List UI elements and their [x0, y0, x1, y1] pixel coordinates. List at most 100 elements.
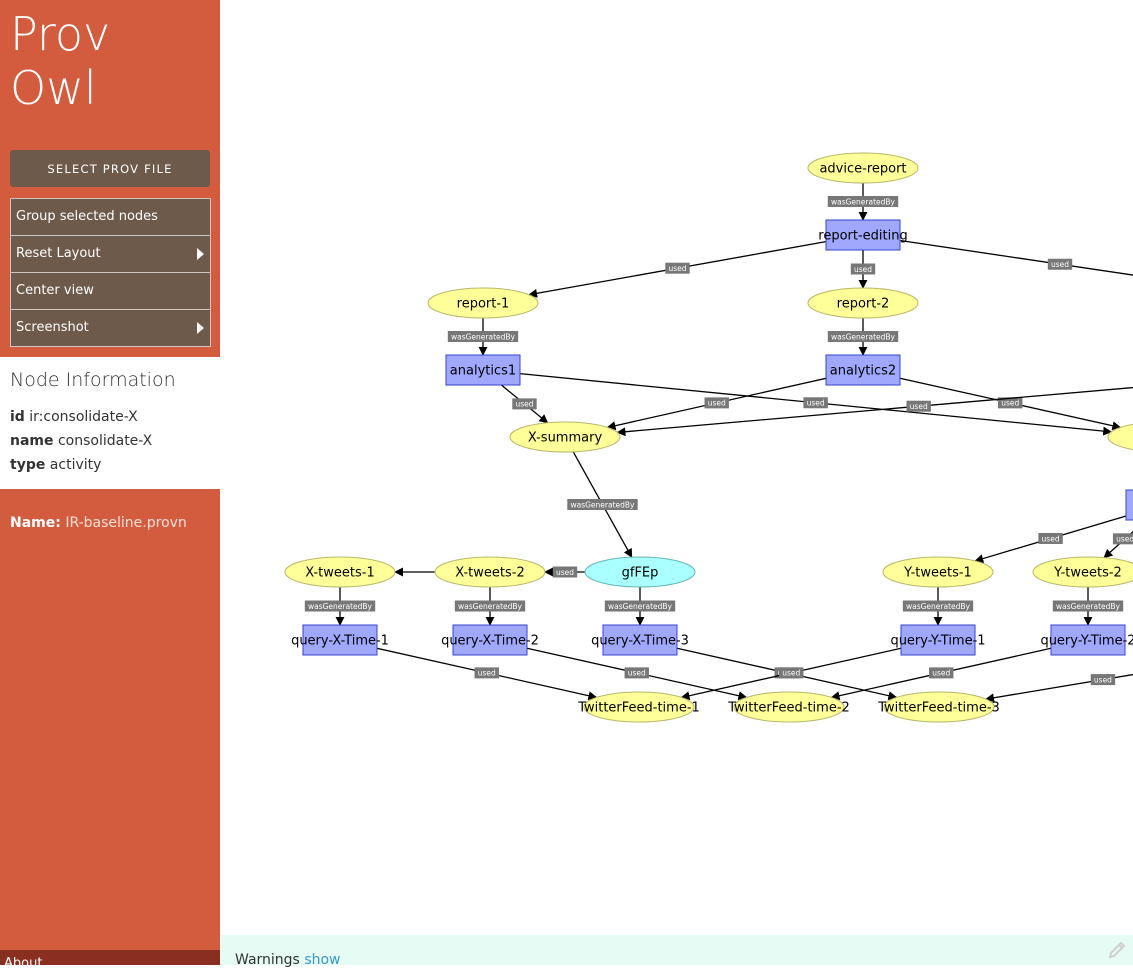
edge-label-text: wasGeneratedBy	[608, 602, 673, 611]
edge-label: used	[803, 397, 828, 409]
graph-node-label: query-Y-Time-2	[1040, 634, 1133, 649]
graph-node-report-1[interactable]: report-1	[427, 287, 539, 319]
edge-line	[616, 386, 1133, 437]
warnings-show-link[interactable]: show	[304, 952, 340, 968]
warnings-text: Warnings	[235, 952, 300, 968]
menu-item-center-view[interactable]: Center view	[11, 273, 210, 310]
nodes-layer: advice-report report-editing report-1 repor…	[284, 152, 1133, 723]
graph-node-advice-report[interactable]: advice-report	[807, 152, 919, 184]
edge-label-text: used	[782, 669, 800, 678]
edge-label: wasGeneratedBy	[447, 331, 519, 342]
graph-node-label: analytics2	[830, 364, 896, 379]
edge-label-text: wasGeneratedBy	[906, 602, 971, 611]
edge-label: used	[779, 667, 804, 679]
pencil-icon[interactable]	[1107, 938, 1129, 960]
edge-label-text: used	[910, 402, 928, 411]
edge-label: wasGeneratedBy	[454, 600, 526, 612]
edge-label-text: used	[1051, 260, 1069, 269]
edge-label: wasGeneratedBy	[1052, 600, 1124, 612]
about-bar[interactable]: About	[0, 950, 220, 965]
graph-node-TwitterFeed-time-1[interactable]: TwitterFeed-time-1	[577, 691, 700, 723]
node-information-title: Node Information	[10, 369, 176, 391]
node-type-row: type activity	[10, 457, 101, 473]
warnings-bar: Warnings show	[220, 935, 1133, 968]
graph-node-label: advice-report	[819, 162, 906, 177]
edge-label: used	[850, 263, 876, 275]
edge-label: used	[1090, 674, 1116, 686]
about-link[interactable]: About	[4, 956, 42, 965]
graph-node-TwitterFeed-time-3[interactable]: TwitterFeed-time-3	[877, 691, 1000, 723]
graph-node-label: gfFEp	[622, 566, 659, 581]
entity-node-shape[interactable]	[1107, 422, 1133, 452]
graph-node-query-X-Time-1[interactable]: query-X-Time-1	[291, 624, 389, 656]
edge-label-text: used	[854, 265, 872, 274]
graph-node-query-Y-Time-1[interactable]: query-Y-Time-1	[890, 624, 986, 656]
graph-node-label: query-X-Time-2	[441, 634, 539, 649]
graph-node-Y-tweets-2[interactable]: Y-tweets-2	[1032, 556, 1133, 588]
node-information-panel: Node Information id ir:consolidate-X nam…	[0, 357, 220, 489]
edge-label-text: wasGeneratedBy	[308, 602, 373, 611]
edge-label-text: used	[668, 264, 686, 273]
graph-node-query-Y-Time-2[interactable]: query-Y-Time-2	[1040, 624, 1133, 656]
edge-label: used	[704, 397, 729, 409]
menu-item-screenshot[interactable]: Screenshot	[11, 310, 210, 347]
graph-node-report-2[interactable]: report-2	[807, 287, 919, 319]
edge-label-text: used	[556, 568, 574, 577]
edge-label: wasGeneratedBy	[827, 196, 899, 207]
edge-label: used	[624, 667, 649, 679]
menu-item-group-selected-nodes[interactable]: Group selected nodes	[11, 199, 210, 236]
graph-node-report-editing[interactable]: report-editing	[818, 219, 908, 251]
graph-node-query-X-Time-2[interactable]: query-X-Time-2	[441, 624, 539, 656]
edge-label-text: used	[515, 400, 533, 409]
app-title-line2: Owl	[10, 60, 97, 115]
node-type-value: activity	[49, 457, 102, 473]
edge-label: used	[1038, 532, 1063, 544]
graph-canvas[interactable]: wasGeneratedBy used used used wasGeneratedBy…	[220, 0, 1133, 935]
edge-label-text: used	[708, 399, 726, 408]
graph-node-X-tweets-1[interactable]: X-tweets-1	[284, 556, 396, 588]
graph-node-label: TwitterFeed-time-1	[577, 701, 700, 716]
graph-node-label: query-X-Time-3	[591, 634, 689, 649]
edge-label: used	[929, 667, 954, 679]
edge-label-text: wasGeneratedBy	[831, 197, 896, 206]
edge-label-text: used	[1094, 675, 1112, 684]
graph-node-Y-summary[interactable]: Y	[1107, 422, 1133, 452]
edge-label: wasGeneratedBy	[567, 499, 638, 510]
submenu-arrow-icon	[197, 322, 204, 334]
graph-node-Y-tweets-1[interactable]: Y-tweets-1	[882, 556, 994, 588]
provenance-graph[interactable]: wasGeneratedBy used used used wasGeneratedBy…	[220, 0, 1133, 935]
menu-item-label: Group selected nodes	[16, 209, 158, 224]
edge-label: wasGeneratedBy	[827, 331, 899, 342]
graph-node-label: Y-tweets-2	[1053, 566, 1122, 581]
graph-node-label: TwitterFeed-time-3	[877, 701, 1000, 716]
sidebar: Prov Owl Select prov file Group selected …	[0, 0, 220, 965]
graph-node-consolidate-Y[interactable]: co	[1125, 489, 1133, 521]
node-type-label: type	[10, 457, 46, 473]
graph-node-TwitterFeed-time-2[interactable]: TwitterFeed-time-2	[727, 691, 850, 723]
edge-label: used	[665, 262, 690, 274]
edges-layer: wasGeneratedBy used used used wasGeneratedBy…	[304, 183, 1133, 703]
edge-label-text: wasGeneratedBy	[458, 602, 523, 611]
edge-label: used	[512, 398, 537, 410]
graph-node-X-summary[interactable]: X-summary	[509, 421, 621, 453]
graph-node-label: query-X-Time-1	[291, 634, 389, 649]
node-id-row: id ir:consolidate-X	[10, 409, 138, 425]
graph-node-query-X-Time-3[interactable]: query-X-Time-3	[591, 624, 689, 656]
menu-item-reset-layout[interactable]: Reset Layout	[11, 236, 210, 273]
graph-node-X-tweets-2[interactable]: X-tweets-2	[434, 556, 546, 588]
app-title-line1: Prov	[10, 7, 111, 61]
edge-label: used	[474, 667, 499, 679]
edge-label-text: used	[478, 669, 496, 678]
edge-label: used	[1047, 258, 1073, 270]
node-id-value: ir:consolidate-X	[29, 409, 138, 425]
graph-node-label: X-summary	[528, 431, 603, 446]
activity-node-shape[interactable]	[1125, 489, 1133, 521]
select-prov-file-button[interactable]: Select prov file	[10, 150, 210, 187]
graph-node-analytics2[interactable]: analytics2	[825, 354, 901, 386]
graph-node-label: Y-tweets-1	[903, 566, 972, 581]
edge-label-text: wasGeneratedBy	[1056, 602, 1121, 611]
warnings-label: Warnings show	[235, 952, 341, 968]
graph-node-analytics1[interactable]: analytics1	[445, 354, 521, 386]
graph-node-gfFEp[interactable]: gfFEp	[584, 556, 696, 588]
edge-label-text: wasGeneratedBy	[831, 332, 896, 341]
